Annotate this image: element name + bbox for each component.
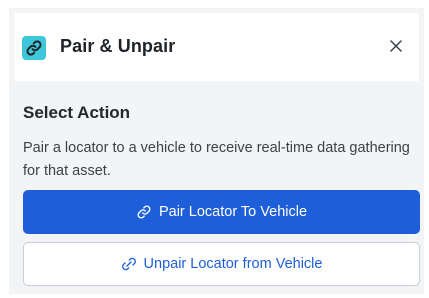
pair-unpair-panel: Pair & Unpair Select Action Pair a locat…	[9, 8, 424, 294]
unpair-locator-button[interactable]: Unpair Locator from Vehicle	[23, 242, 420, 286]
link-icon	[22, 36, 46, 60]
close-icon[interactable]	[387, 37, 405, 55]
section-title: Select Action	[23, 103, 131, 122]
unlink-icon	[121, 256, 137, 272]
link-icon	[136, 204, 152, 220]
unpair-locator-label: Unpair Locator from Vehicle	[143, 256, 323, 272]
pair-locator-label: Pair Locator To Vehicle	[158, 204, 308, 220]
dialog-title: Pair & Unpair	[60, 36, 176, 56]
section-description: Pair a locator to a vehicle to receive r…	[23, 140, 410, 179]
dialog-header: Pair & Unpair	[14, 13, 419, 81]
pair-locator-button[interactable]: Pair Locator To Vehicle	[23, 190, 420, 234]
